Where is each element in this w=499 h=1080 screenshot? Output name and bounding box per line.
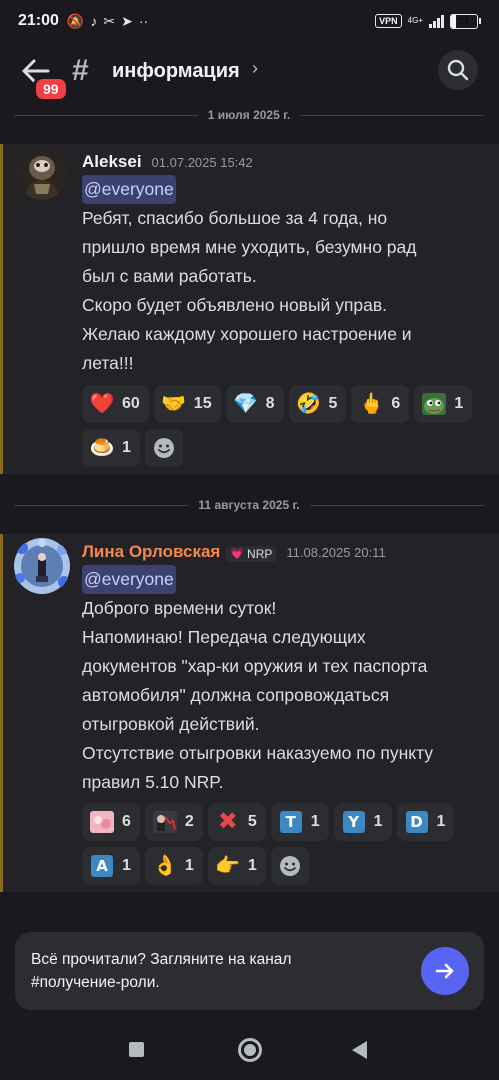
timestamp: 11.08.2025 20:11 [286,545,386,560]
message-line: правил 5.10 NRP. [82,772,224,792]
arrow-right-icon [435,963,454,979]
message[interactable]: Лина Орловская 💗 NRP 11.08.2025 20:11 @ev… [0,534,499,892]
message-line: был с вами работать. [82,266,257,286]
mention[interactable]: @everyone [82,565,176,594]
reaction-middle-finger[interactable]: 🖕 6 [351,385,410,423]
date-divider: 11 августа 2025 г. [14,495,485,515]
reaction-gem[interactable]: 💎 8 [225,385,284,423]
reaction-list: ❤️ 60 🤝 15 💎 8 🤣 5 🖕 6 1 🍮 1 [82,385,492,467]
scissors-icon: ✂ [103,12,116,29]
message-body: @everyone Ребят, спасибо большое за 4 го… [82,175,482,378]
heart-icon: ❤️ [89,393,115,415]
pink-image-icon [89,810,115,834]
message-line: Отсутствие отыгровки наказуемо по пункту [82,743,434,763]
role-tag[interactable]: 💗 NRP [226,545,277,562]
add-reaction-icon [279,856,300,876]
go-to-channel-button[interactable] [421,947,469,995]
reaction-pepe[interactable]: 1 [414,385,473,423]
chevron-right-icon[interactable]: › [252,58,258,79]
signal-icon [429,14,444,28]
battery-icon: 21 [450,13,481,29]
add-reaction-button[interactable] [144,429,183,467]
letter-y-icon: Y [341,810,367,834]
add-reaction-icon [153,438,174,458]
reaction-handshake[interactable]: 🤝 15 [153,385,221,423]
hash-icon: # [72,54,89,87]
battery-level: 21 [458,15,470,27]
message-line: Ребят, спасибо большое за 4 года, но [82,208,388,228]
avatar[interactable] [14,538,70,594]
reaction-ok-hand[interactable]: 👌 1 [144,847,203,885]
message-body: @everyone Доброго времени суток! Напомин… [82,565,482,797]
search-button[interactable] [438,50,478,90]
message-line: лета!!! [82,353,134,373]
heart-icon: 💗 [230,548,245,560]
flan-icon: 🍮 [89,437,115,459]
gem-icon: 💎 [233,393,259,415]
letter-a-icon: A [89,854,115,878]
letter-t-icon: T [278,810,304,834]
reaction-pink-image[interactable]: 6 [82,803,140,841]
banner-text-line2[interactable]: #получение-роли. [31,971,291,994]
network-type: 4G+ [407,16,423,25]
reaction-letter-d[interactable]: D1 [396,803,455,841]
status-bar: 21:00 🔕 ♪ ✂ ➤ ·· VPN 4G+ 21 [0,0,499,42]
rofl-icon: 🤣 [296,393,321,415]
recents-button[interactable] [129,1042,144,1057]
read-all-banner[interactable]: Всё прочитали? Загляните на канал #получ… [15,932,484,1010]
channel-header: 99 # информация › [0,42,499,104]
message-line: документов "хар-ки оружия и тех паспорта [82,656,428,676]
reaction-letter-a[interactable]: A1 [82,847,140,885]
ok-hand-icon: 👌 [152,855,178,877]
status-time: 21:00 [18,12,59,29]
message-line: Желаю каждому хорошего настроение и [82,324,412,344]
search-icon [447,59,469,81]
timestamp: 01.07.2025 15:42 [151,155,253,170]
home-button[interactable] [238,1038,262,1062]
message-line: автомобиля" должна сопровождаться [82,685,390,705]
reaction-letter-y[interactable]: Y1 [333,803,392,841]
handshake-icon: 🤝 [161,393,187,415]
message-line: Доброго времени суток! [82,598,277,618]
message-line: пришло время мне уходить, безумно рад [82,237,417,257]
point-right-icon: 👉 [215,855,241,877]
reaction-letter-t[interactable]: T1 [270,803,329,841]
unread-badge: 99 [33,76,69,102]
cross-mark-icon: ✖ [217,808,238,835]
letter-d-icon: D [404,810,430,834]
more-icon: ·· [138,13,149,29]
dnd-icon: 🔕 [66,12,85,29]
date-divider: 1 июля 2025 г. [14,105,485,125]
message-line: Скоро будет объявлено новый управ. [82,295,388,315]
reaction-point-right[interactable]: 👉 1 [207,847,266,885]
reaction-list: 6 2 ✖ 5 T1 Y1 D1 A1 👌 1 👉 1 [82,803,492,885]
pepe-icon [421,392,447,416]
middle-finger-icon: 🖕 [358,393,384,415]
author-name[interactable]: Aleksei [82,152,142,172]
message[interactable]: Aleksei 01.07.2025 15:42 @everyone Ребят… [0,144,499,474]
author-name[interactable]: Лина Орловская [82,542,220,562]
reaction-stonks-down[interactable]: 2 [144,803,203,841]
channel-name[interactable]: информация [112,60,240,83]
message-line: отыгровкой действий. [82,714,260,734]
banner-text-line1: Всё прочитали? Загляните на канал [31,951,292,968]
vpn-indicator: VPN [375,14,402,28]
reaction-heart[interactable]: ❤️ 60 [82,385,149,423]
reaction-flan[interactable]: 🍮 1 [82,429,140,467]
add-reaction-button[interactable] [270,847,309,885]
telegram-icon: ➤ [121,12,133,29]
message-line: Напоминаю! Передача следующих [82,627,366,647]
reaction-rofl[interactable]: 🤣 5 [288,385,347,423]
avatar[interactable] [16,148,68,200]
system-nav-bar [0,1020,499,1080]
stonks-down-icon [152,810,178,834]
reaction-cross-mark[interactable]: ✖ 5 [207,803,266,841]
tiktok-icon: ♪ [90,13,98,29]
back-button[interactable] [352,1041,367,1059]
mention[interactable]: @everyone [82,175,176,204]
